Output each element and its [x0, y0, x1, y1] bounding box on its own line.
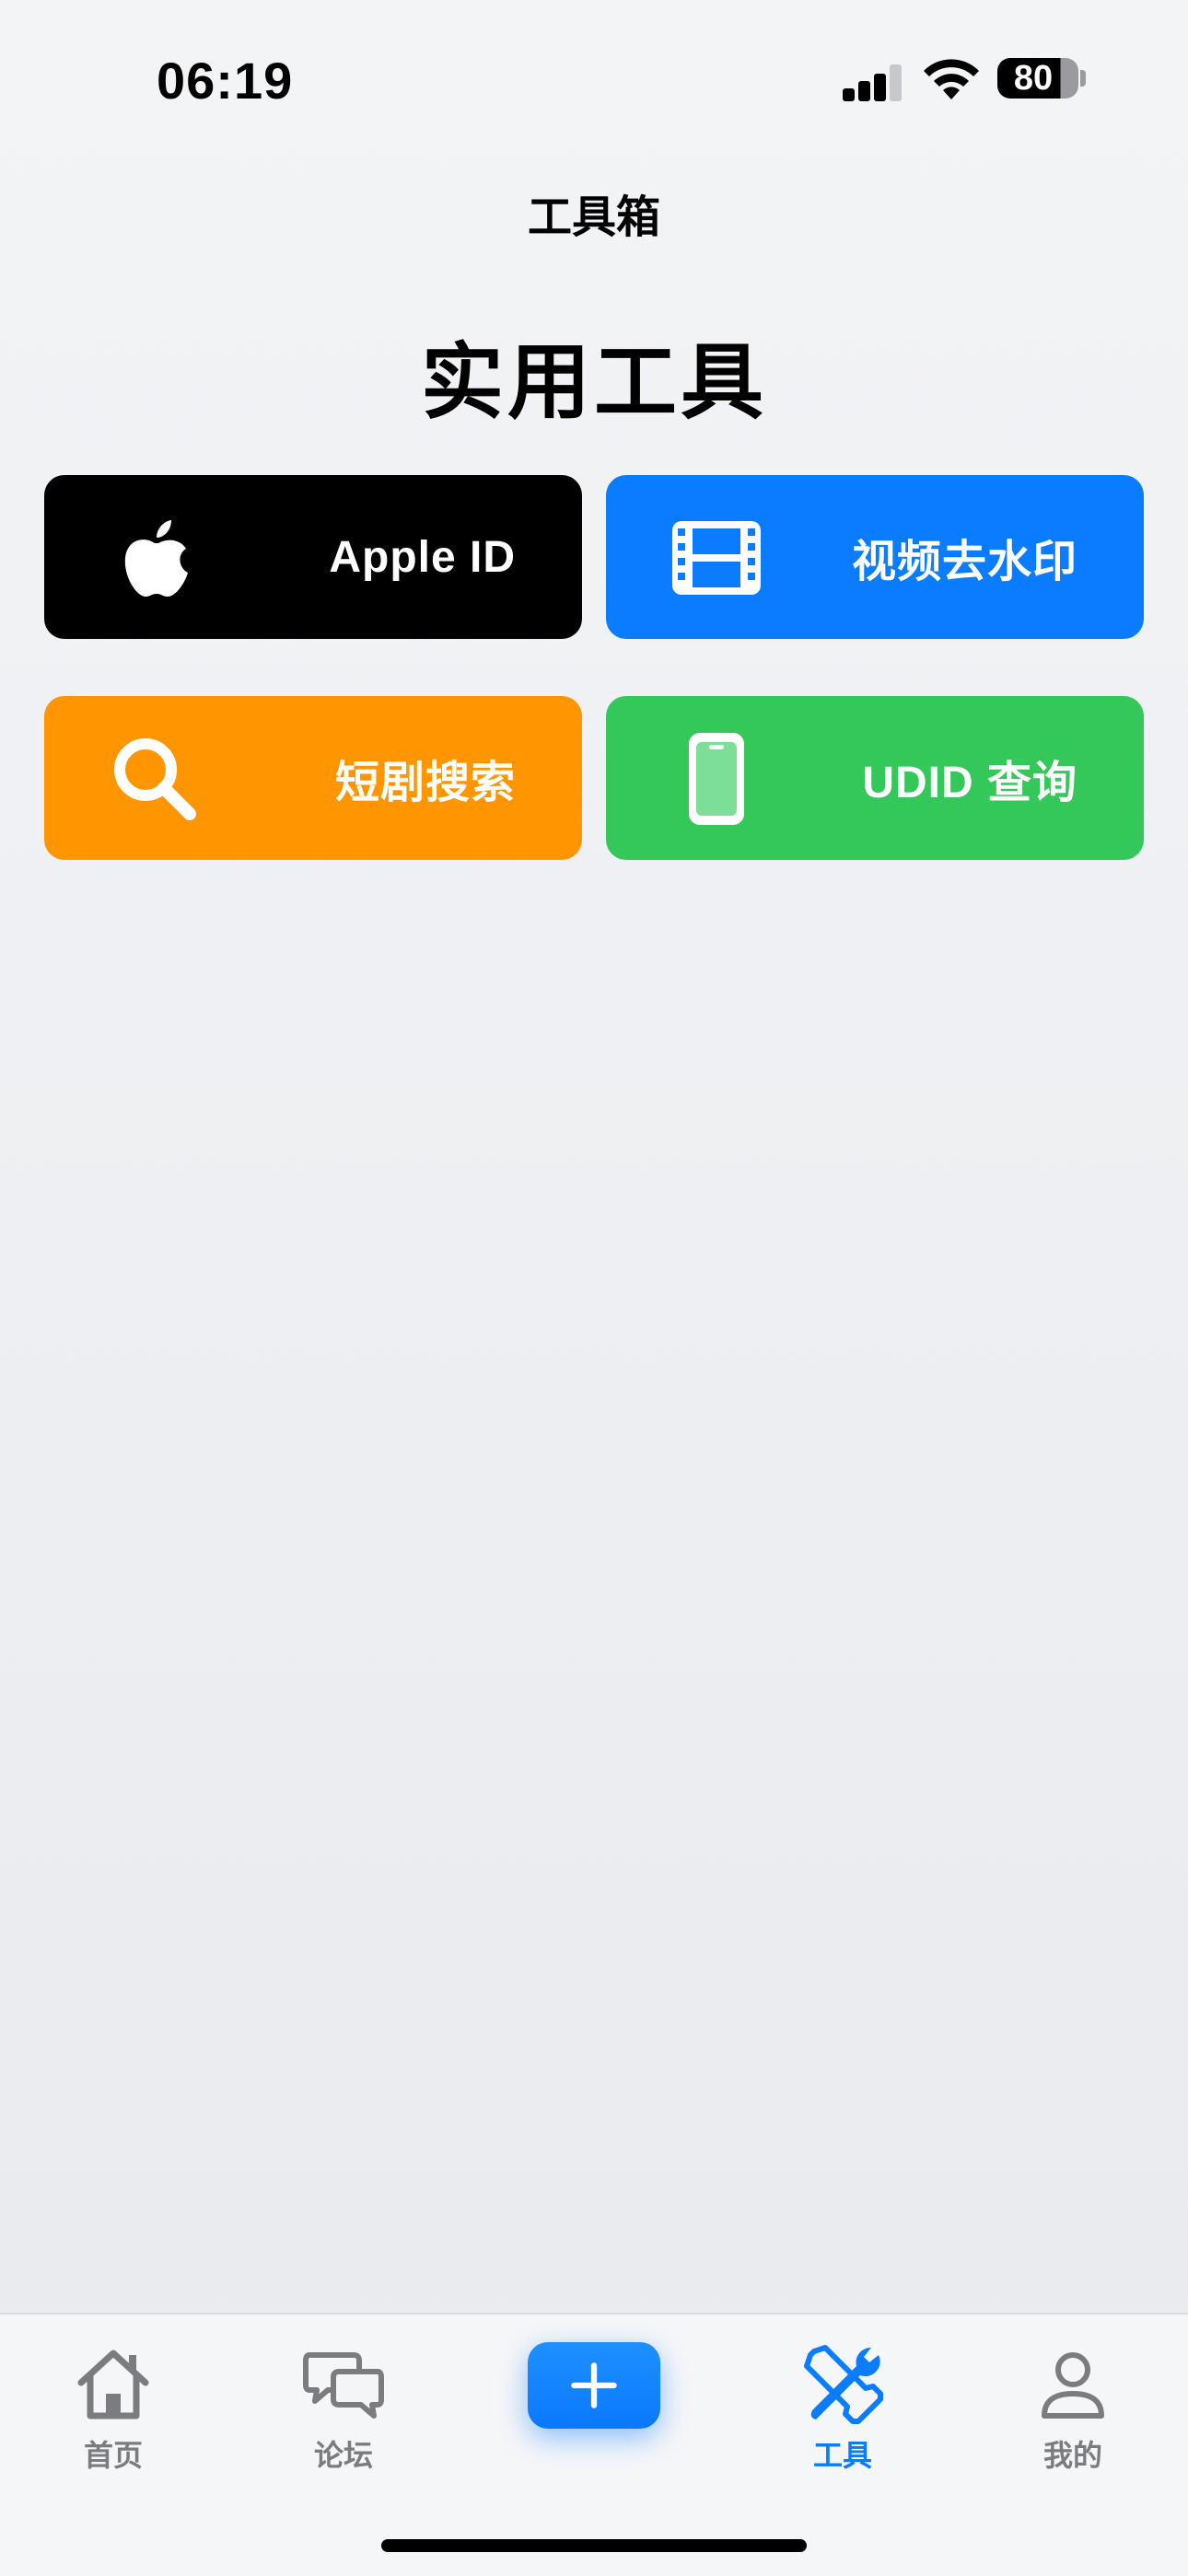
tab-tools[interactable]: 工具	[751, 2342, 935, 2489]
video-watermark-card[interactable]: 视频去水印	[606, 475, 1144, 639]
status-bar: 06:19 80	[0, 0, 1188, 161]
tab-forum-label: 论坛	[313, 2439, 373, 2472]
film-icon	[672, 521, 761, 595]
battery-icon: 80	[997, 58, 1078, 99]
section-title: 实用工具	[421, 337, 767, 429]
plus-icon	[571, 2362, 617, 2408]
phone-icon	[689, 733, 744, 825]
video-watermark-label: 视频去水印	[851, 538, 1077, 586]
add-button[interactable]	[528, 2342, 660, 2429]
tab-home-label: 首页	[83, 2439, 143, 2472]
tab-tools-label: 工具	[812, 2439, 872, 2472]
tab-home[interactable]: 首页	[21, 2342, 205, 2489]
chat-bubbles-icon	[303, 2352, 384, 2419]
home-icon	[77, 2350, 149, 2419]
home-indicator	[381, 2539, 807, 2552]
tab-bar: 首页 论坛 工具 我的	[0, 2313, 1188, 2576]
tab-mine[interactable]: 我的	[981, 2342, 1165, 2489]
cellular-signal-icon	[843, 61, 907, 101]
apple-id-card[interactable]: Apple ID	[44, 475, 582, 639]
apple-logo-icon	[124, 520, 188, 597]
tab-forum[interactable]: 论坛	[251, 2342, 436, 2489]
udid-query-card[interactable]: UDID 查询	[606, 696, 1144, 860]
udid-query-label: UDID 查询	[862, 759, 1077, 807]
tools-icon	[804, 2345, 883, 2424]
search-icon	[114, 738, 196, 820]
battery-tip	[1080, 70, 1086, 87]
tab-mine-label: 我的	[1042, 2439, 1102, 2472]
status-time: 06:19	[157, 52, 294, 110]
drama-search-card[interactable]: 短剧搜索	[44, 696, 582, 860]
battery-level: 80	[1013, 58, 1054, 98]
apple-id-label: Apple ID	[329, 532, 516, 582]
drama-search-label: 短剧搜索	[334, 759, 516, 807]
nav-title: 工具箱	[527, 193, 660, 242]
wifi-icon	[924, 59, 979, 99]
person-icon	[1042, 2352, 1104, 2419]
